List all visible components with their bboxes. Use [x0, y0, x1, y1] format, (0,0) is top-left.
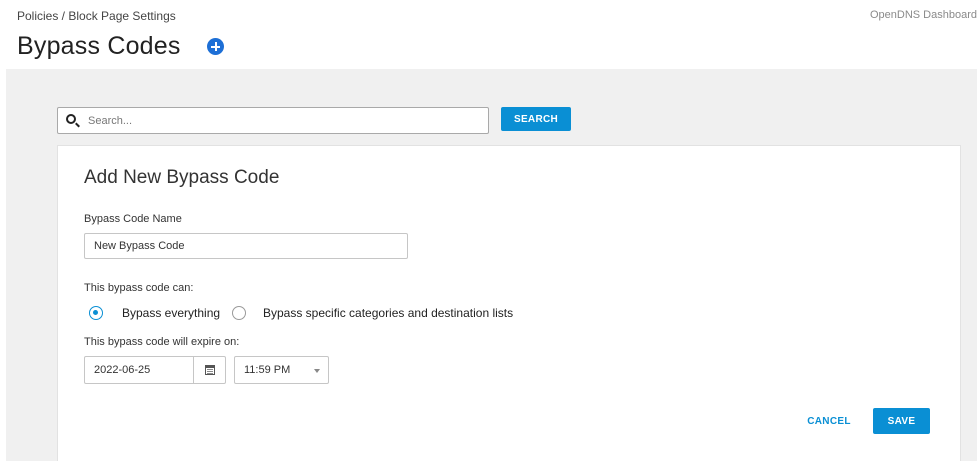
plus-circle-icon[interactable] — [207, 38, 224, 55]
save-button[interactable]: SAVE — [873, 408, 930, 434]
calendar-icon — [205, 365, 215, 375]
bypass-everything-radio[interactable] — [89, 306, 103, 320]
bypass-code-name-input[interactable] — [84, 233, 408, 259]
expiration-time-select[interactable]: 11:59 PM — [234, 356, 329, 384]
cancel-button[interactable]: CANCEL — [803, 408, 855, 434]
expiration-date-input[interactable] — [84, 356, 194, 384]
expiration-label: This bypass code will expire on: — [84, 336, 240, 348]
form-title: Add New Bypass Code — [84, 167, 280, 188]
bypass-scope-label: This bypass code can: — [84, 282, 194, 294]
expiration-time-value: 11:59 PM — [244, 364, 291, 376]
bypass-everything-label[interactable]: Bypass everything — [122, 306, 220, 320]
chevron-down-icon — [314, 369, 320, 373]
search-button[interactable]: SEARCH — [501, 107, 571, 131]
bypass-code-name-label: Bypass Code Name — [84, 213, 182, 225]
search-input[interactable] — [88, 113, 478, 129]
calendar-button[interactable] — [193, 356, 226, 384]
search-icon — [66, 114, 76, 124]
bypass-specific-label[interactable]: Bypass specific categories and destinati… — [263, 306, 513, 320]
dashboard-label: OpenDNS Dashboard — [869, 9, 977, 21]
page-title: Bypass Codes — [17, 32, 181, 60]
breadcrumb[interactable]: Policies / Block Page Settings — [17, 9, 176, 23]
bypass-specific-radio[interactable] — [232, 306, 246, 320]
search-box[interactable] — [57, 107, 489, 134]
